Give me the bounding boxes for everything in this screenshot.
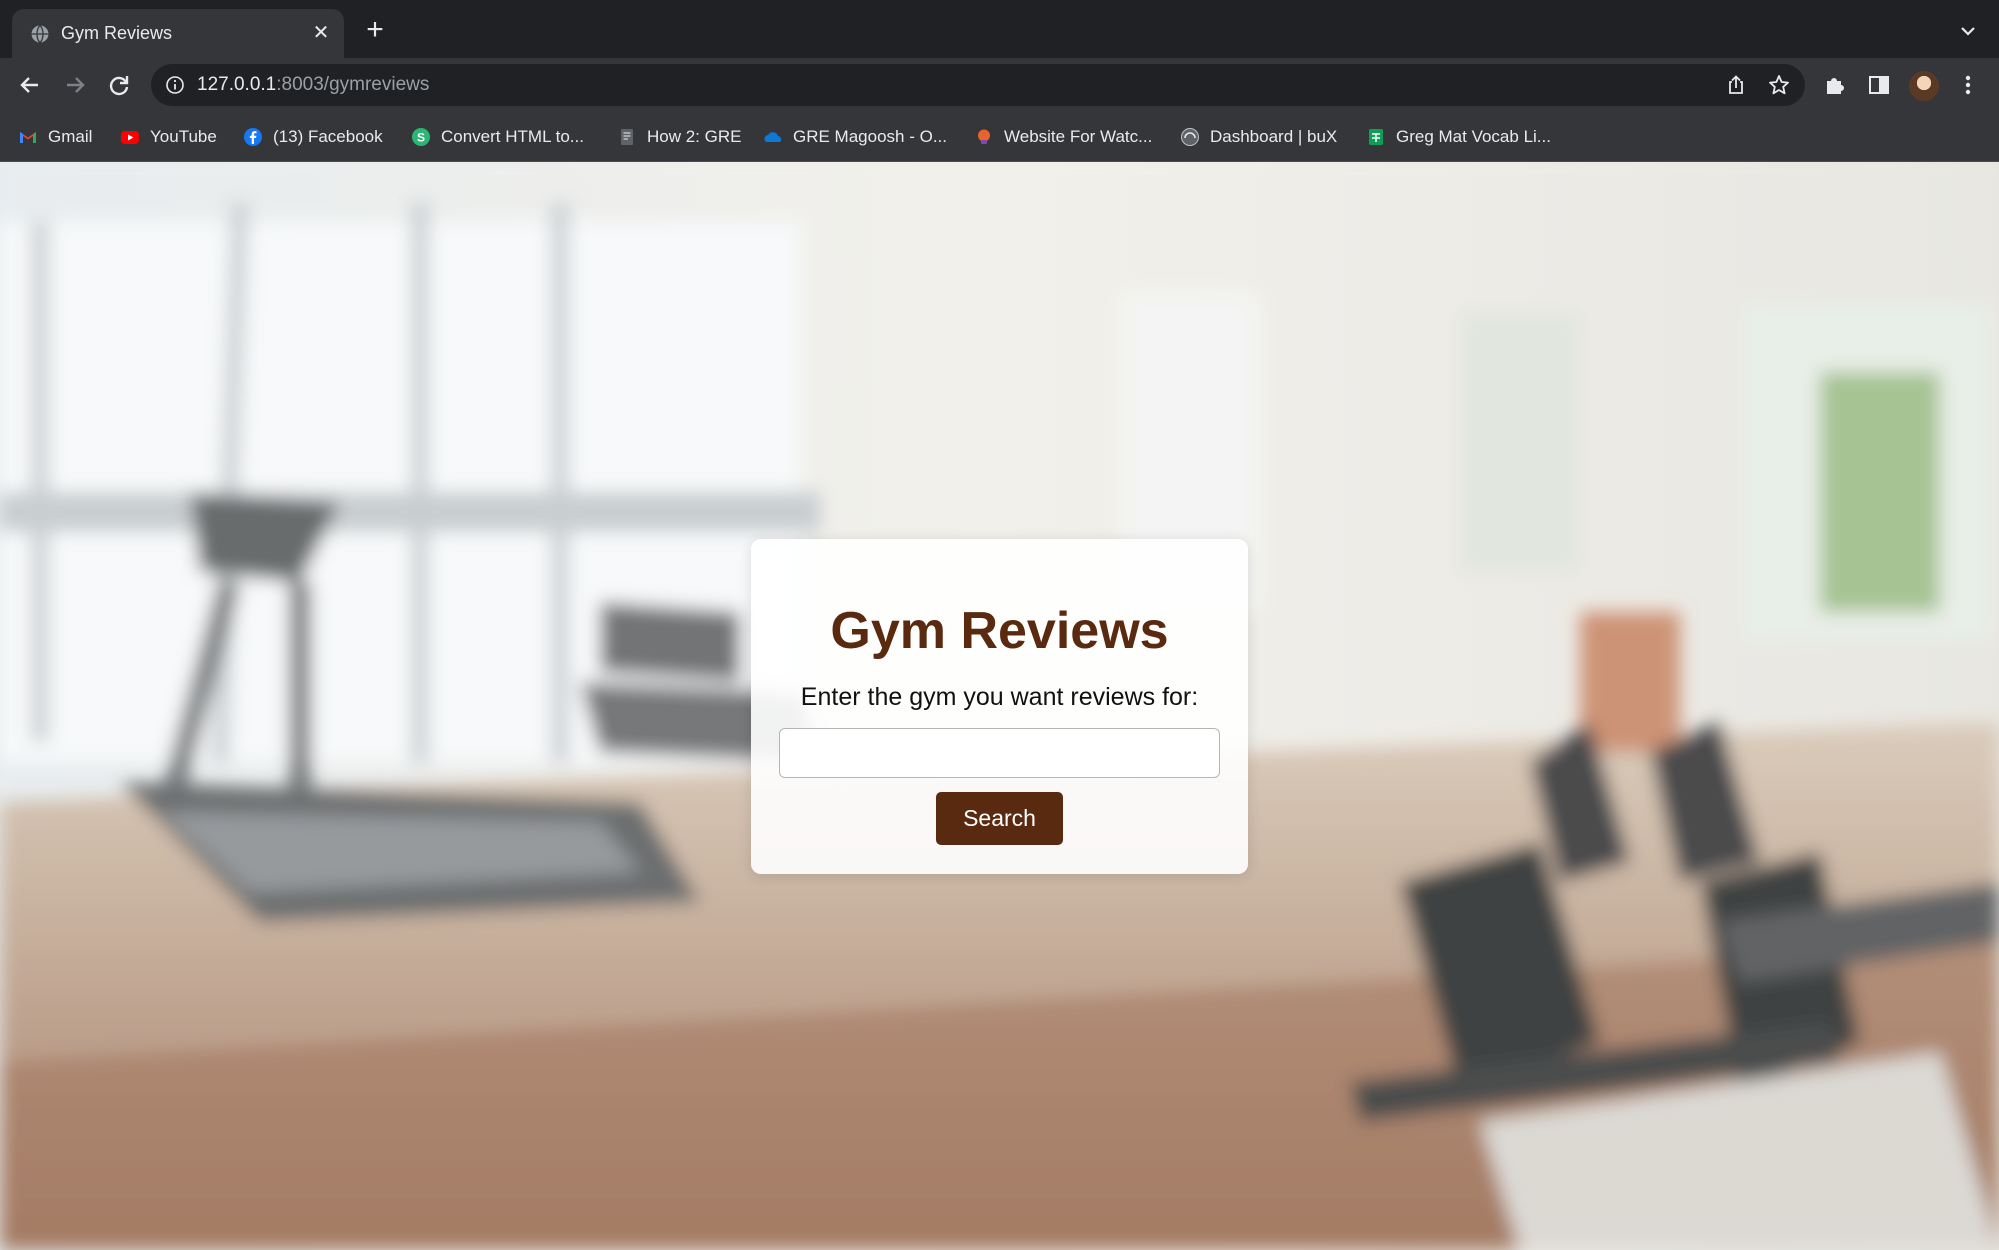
bookmark-label: Greg Mat Vocab Li... bbox=[1396, 127, 1551, 146]
bookmark-label: YouTube bbox=[150, 127, 217, 146]
bookmarks-bar: Gmail YouTube (13) Facebook S Convert HT… bbox=[0, 112, 1999, 162]
bookmark-label: (13) Facebook bbox=[273, 127, 383, 146]
search-button[interactable]: Search bbox=[936, 792, 1063, 845]
url-host: 127.0.0.1 bbox=[197, 74, 277, 95]
extensions-puzzle-icon[interactable] bbox=[1822, 72, 1848, 98]
youtube-icon bbox=[121, 131, 139, 144]
reload-icon[interactable] bbox=[105, 71, 133, 99]
tab-search-chevron-icon[interactable] bbox=[1959, 22, 1977, 40]
globe-icon bbox=[31, 25, 49, 43]
bookmark-how2-gre[interactable]: How 2: GRE bbox=[617, 124, 741, 150]
browser-toolbar: 127.0.0.1:8003/gymreviews bbox=[0, 58, 1999, 112]
profile-avatar[interactable] bbox=[1909, 71, 1939, 101]
browser-tab[interactable]: Gym Reviews ✕ bbox=[12, 9, 344, 58]
bookmark-youtube[interactable]: YouTube bbox=[120, 124, 217, 150]
facebook-icon bbox=[244, 128, 262, 146]
bookmark-label: Dashboard | buX bbox=[1210, 127, 1338, 146]
bookmark-label: Gmail bbox=[48, 127, 93, 146]
gym-search-input[interactable] bbox=[779, 728, 1220, 778]
address-bar[interactable]: 127.0.0.1:8003/gymreviews bbox=[151, 64, 1805, 106]
bookmark-greg-mat-vocab[interactable]: Greg Mat Vocab Li... bbox=[1366, 124, 1551, 150]
bookmark-gre-magoosh[interactable]: GRE Magoosh - O... bbox=[763, 124, 947, 150]
gmail-icon bbox=[20, 132, 36, 143]
bookmark-label: Convert HTML to... bbox=[441, 127, 584, 146]
dashboard-icon bbox=[1181, 128, 1199, 146]
svg-text:S: S bbox=[417, 131, 425, 145]
bookmark-label: GRE Magoosh - O... bbox=[793, 127, 947, 146]
tab-title: Gym Reviews bbox=[61, 23, 173, 43]
bookmark-dashboard-bux[interactable]: Dashboard | buX bbox=[1180, 124, 1337, 150]
bookmark-star-icon[interactable] bbox=[1767, 73, 1791, 97]
side-panel-icon[interactable] bbox=[1866, 72, 1892, 98]
bookmark-label: Website For Watc... bbox=[1004, 127, 1153, 146]
site-info-icon[interactable] bbox=[165, 75, 185, 95]
page-viewport: Gym Reviews Enter the gym you want revie… bbox=[0, 162, 1999, 1250]
close-tab-icon[interactable]: ✕ bbox=[310, 22, 332, 44]
back-arrow-icon[interactable] bbox=[16, 71, 44, 99]
tab-strip: Gym Reviews ✕ + bbox=[0, 0, 1999, 58]
website-icon bbox=[978, 129, 990, 144]
new-tab-icon[interactable]: + bbox=[362, 15, 388, 45]
page-title: Gym Reviews bbox=[830, 602, 1169, 660]
bookmark-gmail[interactable]: Gmail bbox=[18, 124, 92, 150]
url-text: 127.0.0.1:8003/gymreviews bbox=[197, 74, 429, 96]
convert-icon: S bbox=[412, 128, 430, 146]
bookmark-convert-html[interactable]: S Convert HTML to... bbox=[411, 124, 584, 150]
bookmark-label: How 2: GRE bbox=[647, 127, 742, 146]
more-menu-icon[interactable] bbox=[1955, 72, 1981, 98]
search-prompt-label: Enter the gym you want reviews for: bbox=[800, 683, 1199, 711]
bookmark-facebook[interactable]: (13) Facebook bbox=[243, 124, 383, 150]
url-path: :8003/gymreviews bbox=[276, 74, 430, 95]
doc-icon bbox=[621, 129, 633, 145]
sheets-icon bbox=[1369, 129, 1383, 145]
onedrive-icon bbox=[764, 132, 782, 142]
bookmark-website-for-watch[interactable]: Website For Watc... bbox=[974, 124, 1152, 150]
search-card: Gym Reviews Enter the gym you want revie… bbox=[751, 539, 1248, 874]
forward-arrow-icon[interactable] bbox=[61, 71, 89, 99]
share-icon[interactable] bbox=[1725, 74, 1747, 96]
